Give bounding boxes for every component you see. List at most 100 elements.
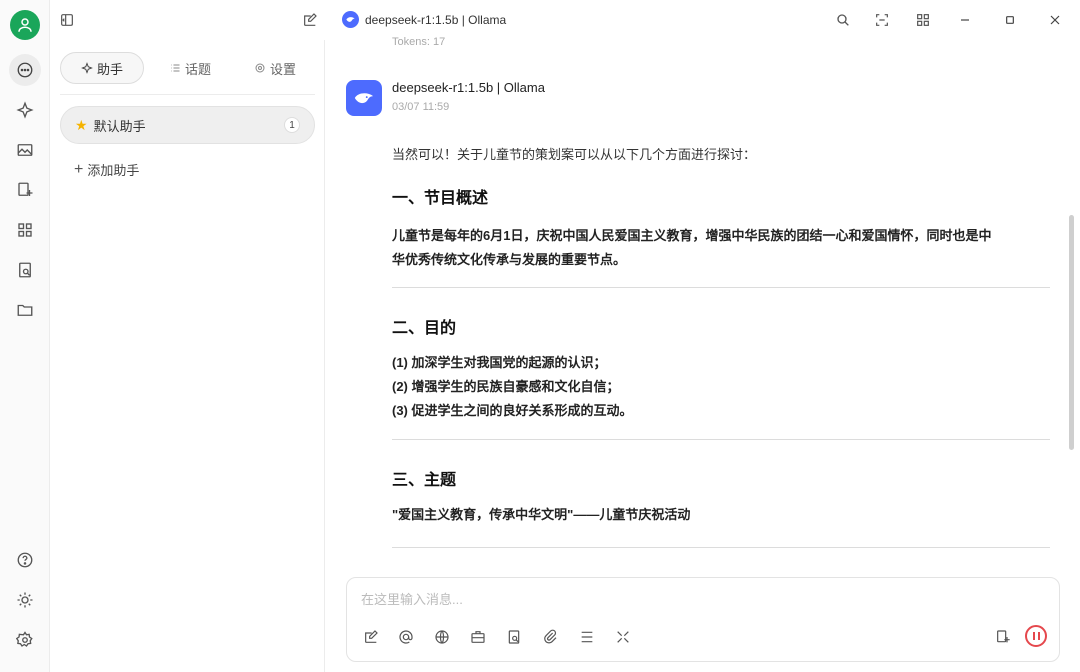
section-paragraph: "爱国主义教育，传承中华文明"——儿童节庆祝活动 [392,503,1050,527]
add-assistant-button[interactable]: + 添加助手 [74,160,139,179]
gear-icon [255,63,265,73]
tab-settings-label: 设置 [269,61,296,77]
briefcase-icon [471,631,485,643]
rail-help-button[interactable] [9,544,41,576]
notes-icon [19,262,31,278]
sparkle-icon [16,101,34,119]
folder-icon [17,304,33,316]
image-icon [17,144,33,156]
rail-chat-button[interactable] [9,54,41,86]
rail-translate-button[interactable] [9,174,41,206]
model-title-text: deepseek-r1:1.5b | Ollama [365,12,507,27]
section-heading: 二、目的 [392,320,457,337]
toggle-sidebar-button[interactable] [57,10,77,30]
chat-scrollbar[interactable] [1069,215,1074,450]
toggle-sidebar-icon [61,14,73,26]
translate-icon [18,182,33,196]
model-selector[interactable]: deepseek-r1:1.5b | Ollama [342,11,506,28]
theme-icon [17,592,33,608]
section-divider [392,547,1050,548]
close-icon [1050,15,1060,25]
rail-files-button[interactable] [9,294,41,326]
tab-topics[interactable]: 话题 [150,52,230,84]
title-bar: deepseek-r1:1.5b | Ollama [0,0,1080,40]
maximize-icon [1006,16,1014,24]
screenshot-icon [876,14,888,26]
message-input[interactable] [361,588,1041,610]
apps-icon [18,223,32,237]
section-paragraph: 儿童节是每年的6月1日，庆祝中国人民爱国主义教育，增强中华民族的团结一心和爱国情… [392,224,1050,272]
add-assistant-label: 添加助手 [87,163,140,178]
star-icon: ★ [75,116,88,133]
paragraph-line: 华优秀传统文化传承与发展的重要节点。 [392,252,627,267]
edit-icon [365,630,378,643]
deepseek-logo-icon [342,11,359,28]
minimize-button[interactable] [955,10,975,30]
message-timestamp: 03/07 11:59 [392,101,450,113]
knowledge-button[interactable] [468,627,488,647]
edit-button[interactable] [361,627,381,647]
divider-icon [581,631,593,643]
minimize-icon [961,19,969,21]
chat-icon [17,62,33,78]
list-item: (1) 加深学生对我国党的起源的认识； [392,355,607,370]
clear-context-button[interactable] [577,627,597,647]
section-heading: 三、主题 [392,472,457,489]
document-icon [508,630,520,644]
topic-count-badge: 1 [284,117,300,133]
plus-icon: + [74,160,84,178]
expand-button[interactable] [613,627,633,647]
new-chat-icon [304,13,317,26]
section-divider [392,287,1050,288]
sparkle-icon [81,62,93,74]
add-image-button[interactable] [993,627,1013,647]
new-chat-button[interactable] [300,10,320,30]
model-avatar [346,80,382,116]
assistant-item-default[interactable]: ★ 默认助手 1 [60,106,315,144]
screenshot-button[interactable] [872,10,892,30]
message-input-box [346,577,1060,662]
navigation-rail [0,0,50,672]
list-icon [170,64,180,72]
paragraph-line: 儿童节是每年的6月1日，庆祝中国人民爱国主义教育，增强中华民族的团结一心和爱国情… [392,228,992,243]
section-heading: 一、节目概述 [392,190,489,207]
globe-icon [435,630,449,644]
rail-agents-button[interactable] [9,94,41,126]
list-item: (3) 促进学生之间的良好关系形成的互动。 [392,403,633,418]
chat-area: Tokens: 17 deepseek-r1:1.5b | Ollama 03/… [326,36,1080,672]
rail-notes-button[interactable] [9,254,41,286]
rail-theme-button[interactable] [9,584,41,616]
mention-icon [399,630,413,644]
stop-generation-button[interactable] [1025,625,1047,647]
tab-assistants[interactable]: 助手 [60,52,144,84]
message-author: deepseek-r1:1.5b | Ollama [392,80,545,95]
rail-settings-button[interactable] [9,624,41,656]
expand-icon [617,631,629,643]
rail-image-button[interactable] [9,134,41,166]
web-search-button[interactable] [432,627,452,647]
layout-grid-icon [917,14,929,26]
layout-button[interactable] [913,10,933,30]
list-item: (2) 增强学生的民族自豪感和文化自信； [392,379,620,394]
paragraph-line: "爱国主义教育，传承中华文明"——儿童节庆祝活动 [392,507,691,522]
section-divider [392,439,1050,440]
assistant-item-label: 默认助手 [93,118,146,134]
message-intro: 当然可以！关于儿童节的策划案可以从以下几个方面进行探讨： [392,147,757,162]
maximize-button[interactable] [1000,10,1020,30]
mention-button[interactable] [396,627,416,647]
document-button[interactable] [504,627,524,647]
tab-assistants-label: 助手 [96,61,123,77]
deepseek-whale-icon [354,93,374,104]
close-button[interactable] [1045,10,1065,30]
help-icon [17,552,33,568]
search-button[interactable] [833,10,853,30]
previous-message-tokens: Tokens: 17 [392,36,446,48]
assistant-panel: 助手 话题 设置 ★ 默认助手 1 + 添加助手 [50,40,325,672]
tab-settings[interactable]: 设置 [235,52,315,84]
rail-apps-button[interactable] [9,214,41,246]
attachment-icon [544,629,557,644]
attachment-button[interactable] [540,627,560,647]
tab-topics-label: 话题 [184,61,211,77]
stop-icon [1032,632,1035,640]
settings-icon [16,631,33,647]
